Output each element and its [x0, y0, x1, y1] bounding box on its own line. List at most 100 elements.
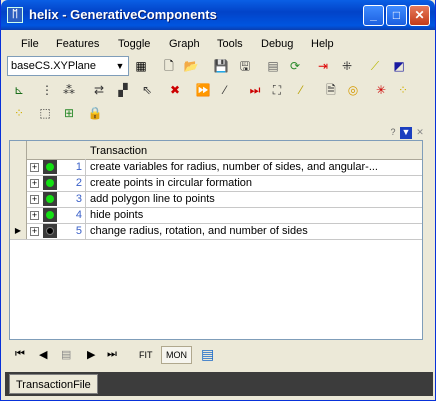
menu-tools[interactable]: Tools: [217, 38, 243, 50]
status-toggle[interactable]: [43, 208, 57, 222]
menu-bar: File Features Toggle Graph Tools Debug H…: [5, 34, 433, 54]
transaction-description[interactable]: create points in circular formation: [90, 175, 252, 191]
array-icon[interactable]: ▞: [113, 80, 133, 100]
step-icon[interactable]: ⏭: [245, 80, 265, 100]
row-number: 4: [60, 207, 86, 223]
mon-button[interactable]: MON: [161, 346, 192, 364]
transform-icon[interactable]: ⇄: [89, 80, 109, 100]
row-selector[interactable]: [10, 191, 27, 207]
expand-icon[interactable]: +: [30, 179, 39, 188]
transaction-navigation-bar: ⏮ ◀ ▤ ▶ ⏭ FIT MON ▤: [13, 346, 423, 366]
title-bar[interactable]: ᛖ helix - GenerativeComponents _ □ ✕: [1, 0, 435, 30]
row-number: 2: [60, 175, 86, 191]
disable-points-icon[interactable]: ✳: [371, 80, 391, 100]
menu-features[interactable]: Features: [56, 38, 99, 50]
table-row[interactable]: +2 create points in circular formation: [10, 175, 422, 192]
step-icon[interactable]: ▤: [61, 348, 71, 361]
table-row[interactable]: +4 hide points: [10, 207, 422, 224]
refresh-icon[interactable]: ⟳: [285, 56, 305, 76]
row-number: 3: [60, 191, 86, 207]
polyline-icon[interactable]: ⁄: [291, 80, 311, 100]
header-selector-cell: [10, 141, 27, 159]
maximize-button[interactable]: □: [386, 5, 407, 26]
transaction-description[interactable]: hide points: [90, 207, 143, 223]
copy-points-icon[interactable]: ⋮: [37, 80, 57, 100]
column-header-transaction[interactable]: Transaction: [90, 145, 147, 157]
save-as-icon[interactable]: 🖫: [235, 56, 255, 76]
status-toggle[interactable]: [43, 192, 57, 206]
row-selector[interactable]: [10, 207, 27, 223]
axis-icon[interactable]: ⊾: [9, 80, 29, 100]
play-forward-icon[interactable]: ⏩: [193, 80, 213, 100]
previous-icon[interactable]: ◀: [39, 348, 47, 361]
list-view-icon[interactable]: ▤: [201, 346, 214, 363]
tab-transaction-file[interactable]: TransactionFile: [9, 374, 98, 394]
transaction-description[interactable]: change radius, rotation, and number of s…: [90, 223, 308, 239]
slash-icon[interactable]: ⁄: [215, 80, 235, 100]
lock-icon[interactable]: 🔒: [85, 103, 105, 123]
row-selector[interactable]: [10, 159, 27, 175]
table-row[interactable]: +1 create variables for radius, number of…: [10, 159, 422, 176]
move-icon[interactable]: ⇖: [137, 80, 157, 100]
plane-tool-icon[interactable]: ◩: [389, 56, 409, 76]
spiral-icon[interactable]: ◎: [343, 80, 363, 100]
panel-menu-icon[interactable]: ▼: [400, 127, 412, 139]
row-selector[interactable]: [10, 175, 27, 191]
point-insert-icon[interactable]: ⇥: [313, 56, 333, 76]
table-row[interactable]: ▶ +5 change radius, rotation, and number o…: [10, 223, 422, 240]
delete-icon[interactable]: ✖: [165, 80, 185, 100]
expand-icon[interactable]: +: [30, 163, 39, 172]
point-pick-icon[interactable]: ⁜: [337, 56, 357, 76]
script-icon[interactable]: ▤: [263, 56, 283, 76]
status-toggle[interactable]: [43, 160, 57, 174]
graph-nodes-icon[interactable]: ⛶: [267, 80, 287, 100]
document-icon[interactable]: 🗎: [321, 80, 341, 100]
component-icon[interactable]: ⊞: [59, 103, 79, 123]
app-icon[interactable]: ᛖ: [7, 7, 23, 23]
row-number: 1: [60, 159, 86, 175]
main-window: ᛖ helix - GenerativeComponents _ □ ✕ Fil…: [0, 0, 436, 401]
menu-help[interactable]: Help: [311, 38, 334, 50]
first-icon[interactable]: ⏮: [15, 348, 25, 361]
cube-icon[interactable]: ⬚: [35, 103, 55, 123]
transaction-description[interactable]: create variables for radius, number of s…: [90, 159, 378, 175]
grid-icon[interactable]: ▦: [131, 56, 151, 76]
transaction-description[interactable]: add polygon line to points: [90, 191, 215, 207]
menu-toggle[interactable]: Toggle: [118, 38, 150, 50]
transaction-table: Transaction +1 create variables for radiu…: [9, 140, 423, 340]
table-row[interactable]: +3 add polygon line to points: [10, 191, 422, 208]
open-folder-icon[interactable]: 📂: [181, 56, 201, 76]
expand-icon[interactable]: +: [30, 227, 39, 236]
status-toggle[interactable]: [43, 224, 57, 238]
last-icon[interactable]: ⏭: [107, 348, 117, 361]
menu-graph[interactable]: Graph: [169, 38, 200, 50]
menu-file[interactable]: File: [21, 38, 39, 50]
status-dot-icon: [46, 211, 54, 219]
transaction-panel-header: ? ▼ ✕: [5, 126, 433, 140]
new-file-icon[interactable]: 🗋: [159, 56, 179, 76]
row-number: 5: [60, 223, 86, 239]
save-icon[interactable]: 💾: [211, 56, 231, 76]
coordinate-system-select[interactable]: baseCS.XYPlane ▼: [7, 56, 129, 76]
panel-close-icon[interactable]: ✕: [414, 127, 426, 139]
expand-icon[interactable]: +: [30, 195, 39, 204]
toolbar-row-1: baseCS.XYPlane ▼ ▦ 🗋 📂 💾 🖫 ▤ ⟳ ⇥ ⁜ ⟋ ◩: [5, 55, 433, 79]
minimize-button[interactable]: _: [363, 5, 384, 26]
fit-button[interactable]: FIT: [134, 346, 158, 364]
status-dot-icon: [46, 195, 54, 203]
replicate-icon[interactable]: ⁂: [59, 80, 79, 100]
dots-icon[interactable]: ⁘: [9, 103, 29, 123]
status-dot-icon: [46, 179, 54, 187]
line-tool-icon[interactable]: ⟋: [365, 56, 385, 76]
menu-debug[interactable]: Debug: [261, 38, 293, 50]
help-icon[interactable]: ?: [387, 127, 399, 139]
coordinate-system-value: baseCS.XYPlane: [11, 60, 96, 72]
point-set-icon[interactable]: ⁘: [393, 80, 413, 100]
close-button[interactable]: ✕: [409, 5, 430, 26]
row-selector[interactable]: ▶: [10, 223, 27, 239]
chevron-down-icon[interactable]: ▼: [113, 58, 127, 74]
next-icon[interactable]: ▶: [87, 348, 95, 361]
expand-icon[interactable]: +: [30, 211, 39, 220]
status-toggle[interactable]: [43, 176, 57, 190]
table-header: Transaction: [10, 141, 422, 160]
